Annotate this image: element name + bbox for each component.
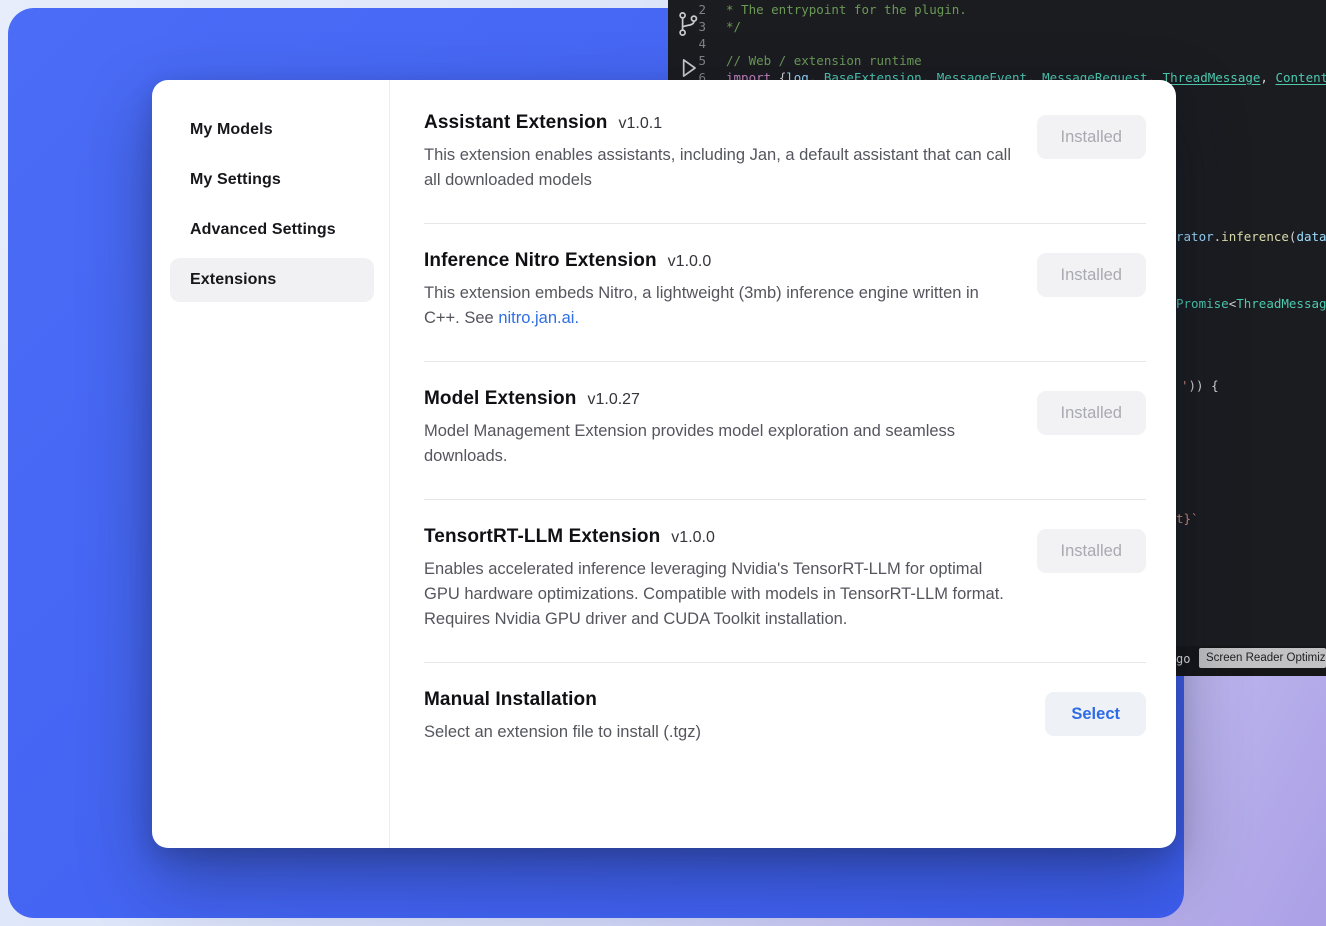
settings-sidebar: My Models My Settings Advanced Settings …	[152, 80, 390, 848]
sidebar-item-my-settings[interactable]: My Settings	[170, 158, 374, 202]
select-file-button[interactable]: Select	[1045, 692, 1146, 736]
sidebar-item-label: My Models	[190, 121, 273, 139]
extension-description: Model Management Extension provides mode…	[424, 419, 1014, 469]
line-number: 3	[668, 18, 726, 35]
extension-row-nitro: Inference Nitro Extension v1.0.0 This ex…	[424, 224, 1146, 362]
extensions-list: Assistant Extension v1.0.1 This extensio…	[390, 80, 1176, 848]
code-line: 2* The entrypoint for the plugin.	[668, 1, 1326, 18]
extension-description: This extension enables assistants, inclu…	[424, 143, 1014, 193]
manual-installation-description: Select an extension file to install (.tg…	[424, 720, 1014, 745]
sidebar-item-label: My Settings	[190, 171, 281, 189]
code-line: 4	[668, 35, 1326, 52]
line-number: 2	[668, 1, 726, 18]
code-line: 5// Web / extension runtime	[668, 52, 1326, 69]
extension-version: v1.0.1	[619, 115, 663, 133]
extension-name: Assistant Extension	[424, 112, 608, 134]
extension-description: This extension embeds Nitro, a lightweig…	[424, 281, 1014, 331]
sidebar-item-my-models[interactable]: My Models	[170, 108, 374, 152]
code-fragment: ')) {	[1181, 377, 1219, 394]
code-line: 3*/	[668, 18, 1326, 35]
extension-name: Inference Nitro Extension	[424, 250, 657, 272]
sidebar-item-advanced-settings[interactable]: Advanced Settings	[170, 208, 374, 252]
sidebar-item-extensions[interactable]: Extensions	[170, 258, 374, 302]
installed-button[interactable]: Installed	[1037, 529, 1146, 573]
installed-button[interactable]: Installed	[1037, 391, 1146, 435]
line-number: 4	[668, 35, 726, 52]
sidebar-item-label: Advanced Settings	[190, 221, 336, 239]
extension-row-tensorrt: TensortRT-LLM Extension v1.0.0 Enables a…	[424, 500, 1146, 663]
code-lines: 2* The entrypoint for the plugin. 3*/ 4 …	[668, 1, 1326, 86]
code-fragment: Promise<ThreadMessage>	[1176, 295, 1326, 312]
status-left-text: go	[1176, 651, 1190, 668]
code-fragment: t}`	[1176, 510, 1199, 527]
nitro-jan-ai-link[interactable]: nitro.jan.ai.	[498, 309, 579, 327]
code-fragment: rator.inference(data));	[1176, 228, 1326, 245]
desktop: 2* The entrypoint for the plugin. 3*/ 4 …	[0, 0, 1326, 926]
extension-row-model: Model Extension v1.0.27 Model Management…	[424, 362, 1146, 500]
installed-button[interactable]: Installed	[1037, 253, 1146, 297]
extension-version: v1.0.0	[671, 529, 715, 547]
extension-version: v1.0.0	[668, 253, 712, 271]
extension-row-assistant: Assistant Extension v1.0.1 This extensio…	[424, 86, 1146, 224]
extension-version: v1.0.27	[587, 391, 639, 409]
extension-description: Enables accelerated inference leveraging…	[424, 557, 1014, 632]
installed-button[interactable]: Installed	[1037, 115, 1146, 159]
line-number: 5	[668, 52, 726, 69]
manual-installation-title: Manual Installation	[424, 689, 597, 711]
sidebar-item-label: Extensions	[190, 271, 276, 289]
settings-modal: My Models My Settings Advanced Settings …	[152, 80, 1176, 848]
screen-reader-badge[interactable]: Screen Reader Optimize	[1199, 648, 1326, 668]
extension-name: TensortRT-LLM Extension	[424, 526, 660, 548]
extension-name: Model Extension	[424, 388, 576, 410]
manual-installation-row: Manual Installation Select an extension …	[424, 663, 1146, 775]
